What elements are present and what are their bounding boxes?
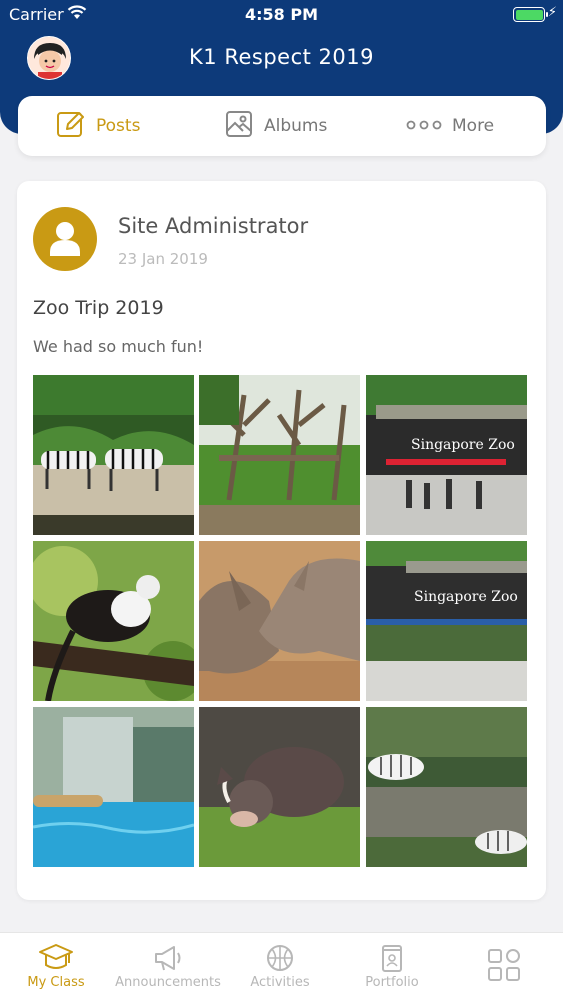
photo-zebras[interactable] [33,375,194,535]
charging-icon: ⚡ [547,5,557,20]
tab-more-label: More [452,116,495,136]
tab-posts-label: Posts [96,116,141,136]
photo-warthog[interactable] [199,707,360,867]
nav-portfolio-label: Portfolio [365,975,419,990]
post-date: 23 Jan 2019 [118,250,208,268]
photo-zoo-entrance[interactable]: Singapore Zoo [366,375,527,535]
clock-label: 4:58 PM [244,5,318,24]
tab-more[interactable]: More [406,96,494,156]
more-dots-icon [406,116,442,136]
megaphone-icon [155,946,181,971]
photo-pool[interactable] [33,707,194,867]
nav-activities-label: Activities [250,975,310,990]
author-name[interactable]: Site Administrator [118,214,308,238]
nav-announcements[interactable]: Announcements [112,933,224,1000]
user-icon [50,222,80,256]
tab-posts[interactable]: Posts [56,96,140,156]
battery-icon [513,7,548,22]
post-title: Zoo Trip 2019 [33,297,164,319]
post-card[interactable]: Site Administrator 23 Jan 2019 Zoo Trip … [17,181,546,900]
nav-activities[interactable]: Activities [224,933,336,1000]
zoo-sign-2: Singapore Zoo [414,589,518,605]
tab-albums[interactable]: Albums [224,96,327,156]
status-bar: Carrier 4:58 PM ⚡ [0,0,563,30]
image-icon [224,109,254,144]
photo-white-tigers[interactable] [366,707,527,867]
nav-menu[interactable] [448,933,560,1000]
nav-announcements-label: Announcements [115,975,221,990]
graduation-cap-icon [39,944,73,969]
nav-my-class-label: My Class [27,975,85,990]
photo-tree-enclosure[interactable] [199,375,360,535]
edit-icon [56,109,86,144]
page-title: K1 Respect 2019 [189,45,374,69]
photo-monkey[interactable] [33,541,194,701]
tab-albums-label: Albums [264,116,328,136]
grid-menu-icon [488,949,520,981]
post-body: We had so much fun! [33,337,204,356]
nav-my-class[interactable]: My Class [0,933,112,1000]
zoo-sign: Singapore Zoo [411,437,515,453]
photo-zoo-sign[interactable]: Singapore Zoo [366,541,527,701]
bottom-nav: My Class Announcements Activities Portfo… [0,932,563,1000]
nav-portfolio[interactable]: Portfolio [336,933,448,1000]
segment-tabs: Posts Albums More [18,96,546,156]
basketball-icon [267,945,293,971]
photo-rhinos[interactable] [199,541,360,701]
portfolio-icon [382,945,402,972]
author-avatar [33,207,97,271]
